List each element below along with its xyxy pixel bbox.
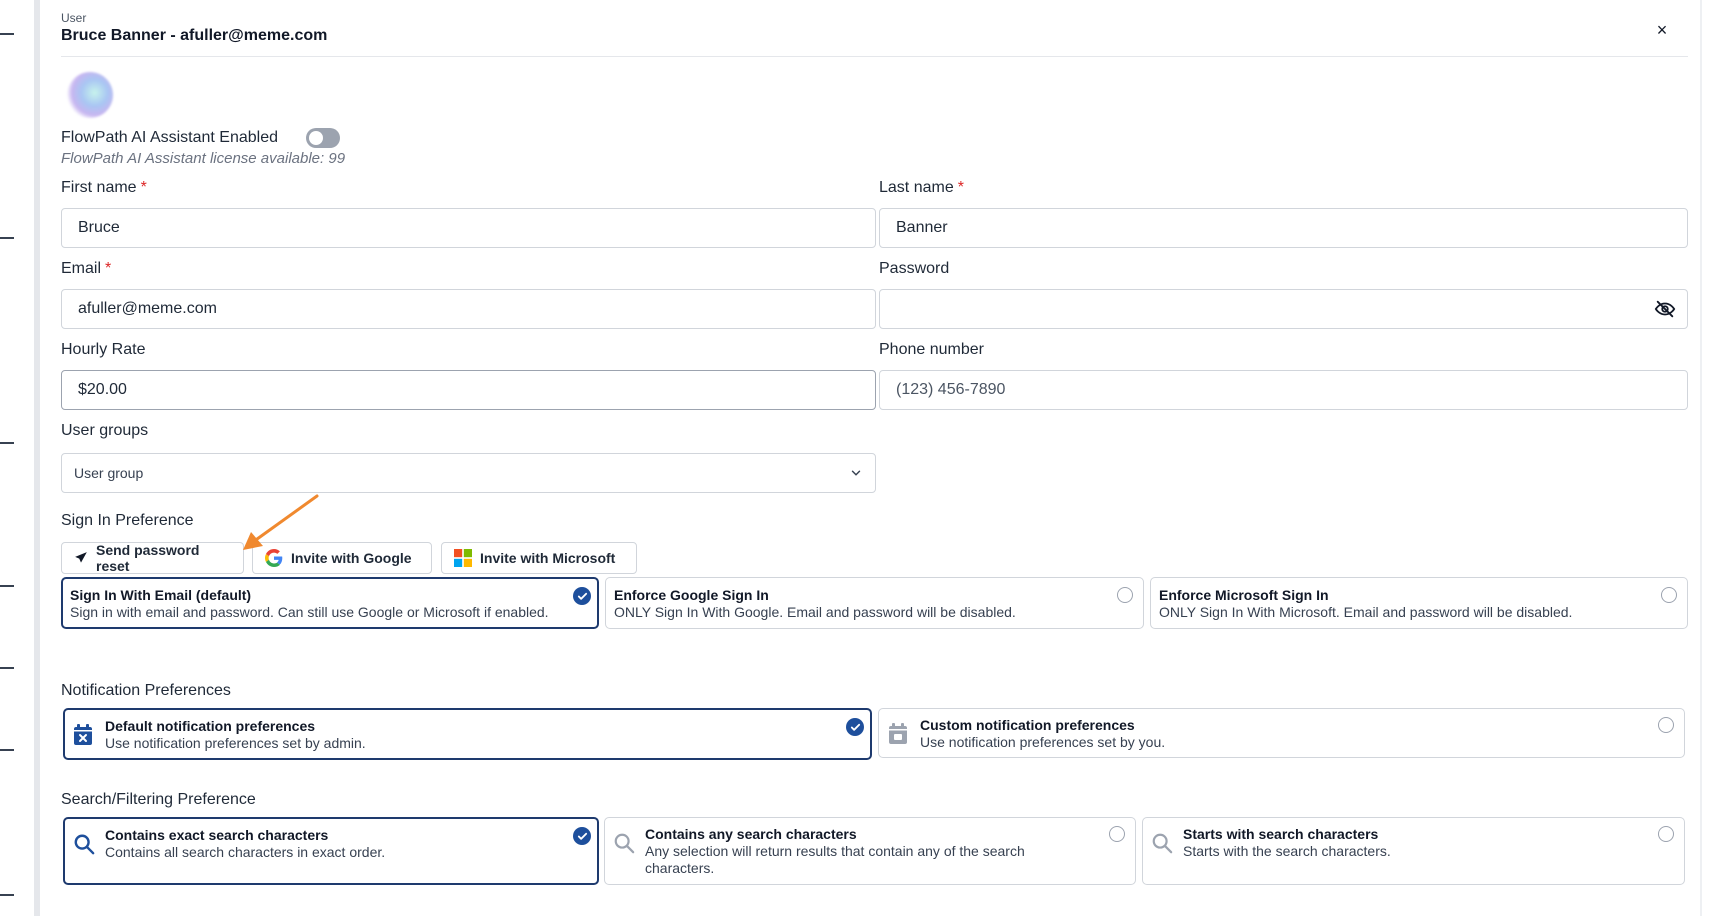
- hourly-rate-label: Hourly Rate: [61, 341, 146, 358]
- notification-option-custom[interactable]: Custom notification preferences Use noti…: [878, 708, 1685, 758]
- close-button[interactable]: ×: [1650, 18, 1674, 42]
- panel-scrollbar-track[interactable]: [1700, 0, 1702, 916]
- password-label: Password: [879, 260, 950, 277]
- radio-button[interactable]: [1661, 587, 1677, 603]
- gutter-marker: [0, 749, 14, 751]
- required-mark: *: [957, 179, 964, 196]
- card-description: ONLY Sign In With Microsoft. Email and p…: [1159, 604, 1573, 620]
- avatar[interactable]: [67, 72, 113, 118]
- user-groups-select[interactable]: User group: [61, 453, 876, 493]
- left-gutter: [0, 0, 38, 916]
- last-name-label: Last name *: [879, 179, 964, 196]
- sign-in-option-microsoft[interactable]: Enforce Microsoft Sign In ONLY Sign In W…: [1150, 577, 1688, 629]
- hourly-rate-input[interactable]: [61, 370, 876, 410]
- notification-preferences-label: Notification Preferences: [61, 682, 231, 699]
- first-name-input[interactable]: [61, 208, 876, 248]
- search-option-starts-with[interactable]: Starts with search characters Starts wit…: [1142, 817, 1685, 885]
- invite-with-google-button[interactable]: Invite with Google: [252, 542, 432, 574]
- search-icon: [614, 833, 635, 854]
- first-name-label: First name *: [61, 179, 147, 196]
- card-description: Contains all search characters in exact …: [105, 844, 386, 860]
- check-circle-icon: [846, 718, 864, 736]
- sign-in-option-email[interactable]: Sign In With Email (default) Sign in wit…: [61, 577, 599, 629]
- search-option-exact[interactable]: Contains exact search characters Contain…: [63, 817, 599, 885]
- ai-license-text: FlowPath AI Assistant license available:…: [61, 150, 346, 167]
- ai-assistant-label: FlowPath AI Assistant Enabled: [61, 129, 279, 146]
- check-circle-icon: [573, 827, 591, 845]
- card-description: Use notification preferences set by admi…: [105, 735, 366, 751]
- gutter-marker: [0, 237, 14, 239]
- search-filtering-preference-label: Search/Filtering Preference: [61, 791, 256, 808]
- phone-number-input[interactable]: [879, 370, 1688, 410]
- card-description: Starts with the search characters.: [1183, 843, 1391, 859]
- chevron-down-icon: [851, 470, 861, 476]
- card-title: Contains exact search characters: [105, 827, 329, 843]
- search-icon: [1152, 833, 1173, 854]
- required-mark: *: [140, 179, 147, 196]
- page-title: Bruce Banner - afuller@meme.com: [61, 27, 328, 44]
- gutter-marker: [0, 585, 14, 587]
- gutter-marker: [0, 894, 14, 896]
- card-description: Sign in with email and password. Can sti…: [70, 604, 549, 620]
- card-description: ONLY Sign In With Google. Email and pass…: [614, 604, 1016, 620]
- last-name-input[interactable]: [879, 208, 1688, 248]
- google-icon: [265, 549, 283, 567]
- calendar-icon: [889, 723, 907, 744]
- ai-assistant-toggle[interactable]: [306, 128, 341, 148]
- card-description: Any selection will return results that c…: [645, 843, 1025, 876]
- required-mark: *: [105, 260, 112, 277]
- gutter-marker: [0, 667, 14, 669]
- radio-button[interactable]: [1658, 717, 1674, 733]
- card-title: Enforce Microsoft Sign In: [1159, 587, 1329, 603]
- toggle-knob: [309, 131, 324, 145]
- email-label: Email *: [61, 260, 112, 277]
- phone-label: Phone number: [879, 341, 984, 358]
- user-groups-label: User groups: [61, 422, 149, 439]
- send-password-reset-button[interactable]: Send password reset: [61, 542, 244, 574]
- eye-slash-icon[interactable]: [1654, 298, 1676, 320]
- header-kicker: User: [61, 11, 87, 25]
- invite-with-microsoft-button[interactable]: Invite with Microsoft: [441, 542, 637, 574]
- user-groups-value: User group: [74, 465, 144, 481]
- card-title: Default notification preferences: [105, 718, 316, 734]
- check-circle-icon: [573, 587, 591, 605]
- radio-button[interactable]: [1658, 826, 1674, 842]
- radio-button[interactable]: [1109, 826, 1125, 842]
- card-title: Contains any search characters: [645, 826, 857, 842]
- user-edit-panel: User Bruce Banner - afuller@meme.com × F…: [61, 0, 1688, 916]
- sign-in-option-google[interactable]: Enforce Google Sign In ONLY Sign In With…: [605, 577, 1144, 629]
- card-description: Use notification preferences set by you.: [920, 734, 1166, 750]
- panel-header: User Bruce Banner - afuller@meme.com ×: [61, 10, 1688, 57]
- search-icon: [74, 834, 95, 855]
- gutter-marker: [0, 33, 14, 35]
- gutter-marker: [0, 442, 14, 444]
- notification-option-default[interactable]: Default notification preferences Use not…: [63, 708, 872, 760]
- email-field[interactable]: [61, 289, 876, 329]
- ai-assistant-row: FlowPath AI Assistant Enabled: [61, 127, 341, 149]
- password-input[interactable]: [879, 289, 1688, 329]
- search-option-any[interactable]: Contains any search characters Any selec…: [604, 817, 1136, 885]
- panel-left-border: [34, 0, 40, 916]
- card-title: Starts with search characters: [1183, 826, 1379, 842]
- calendar-x-icon: [74, 724, 92, 745]
- card-title: Custom notification preferences: [920, 717, 1135, 733]
- paper-plane-icon: [75, 552, 87, 563]
- radio-button[interactable]: [1117, 587, 1133, 603]
- card-title: Enforce Google Sign In: [614, 587, 769, 603]
- close-icon: ×: [1656, 19, 1668, 40]
- microsoft-icon: [454, 549, 472, 567]
- sign-in-preference-label: Sign In Preference: [61, 512, 194, 529]
- card-title: Sign In With Email (default): [70, 587, 252, 603]
